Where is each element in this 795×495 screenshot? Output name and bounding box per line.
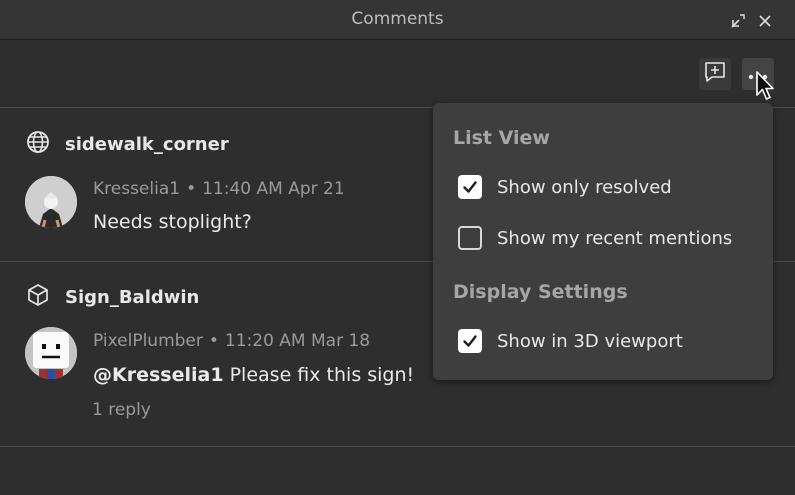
title-bar: Comments [0,0,795,40]
menu-item-label: Show only resolved [497,176,672,198]
comments-toolbar [0,40,795,108]
add-comment-button[interactable] [699,58,731,90]
comments-window: Comments sidewalk_corner Kresselia1 • 11… [0,0,795,495]
author-name[interactable]: PixelPlumber [93,331,203,351]
menu-section-display-settings: Display Settings [453,281,628,303]
window-title: Comments [351,9,444,29]
mention[interactable]: @Kresselia1 [93,364,224,386]
menu-item-show-only-resolved[interactable]: Show only resolved [458,175,672,199]
add-comment-icon [703,60,727,88]
comment-text: Needs stoplight? [93,211,252,233]
place-name: sidewalk_corner [65,133,229,155]
comment-timestamp: 11:40 AM Apr 21 [202,179,345,199]
comment-meta: Kresselia1 • 11:40 AM Apr 21 [93,179,345,199]
author-name[interactable]: Kresselia1 [93,179,180,199]
reply-count-link[interactable]: 1 reply [92,400,151,420]
comment-meta: PixelPlumber • 11:20 AM Mar 18 [93,331,370,351]
meta-separator: • [186,179,197,199]
thread-divider [0,446,795,447]
thread-header: sidewalk_corner [26,130,229,158]
menu-item-label: Show my recent mentions [497,227,733,249]
close-icon[interactable] [756,12,774,30]
comment-timestamp: 11:20 AM Mar 18 [224,331,371,351]
mouse-pointer-icon [756,71,776,105]
checkbox-unchecked[interactable] [458,226,482,250]
comment-text: @Kresselia1 Please fix this sign! [93,364,414,386]
checkbox-checked[interactable] [458,329,482,353]
comment-body: Needs stoplight? [93,211,252,233]
globe-icon [26,130,50,158]
place-name: Sign_Baldwin [65,286,200,308]
menu-section-list-view: List View [453,127,550,149]
menu-item-label: Show in 3D viewport [497,330,683,352]
thread-header: Sign_Baldwin [26,283,199,311]
avatar[interactable] [25,176,77,228]
comment-body: Please fix this sign! [223,364,415,386]
menu-item-show-in-3d-viewport[interactable]: Show in 3D viewport [458,329,683,353]
menu-item-show-recent-mentions[interactable]: Show my recent mentions [458,226,732,250]
more-options-menu: List View Show only resolved Show my rec… [433,103,773,380]
checkbox-checked[interactable] [458,175,482,199]
avatar[interactable] [25,327,77,379]
meta-separator: • [208,331,219,351]
dock-restore-icon[interactable] [729,12,747,30]
cube-icon [26,283,50,311]
